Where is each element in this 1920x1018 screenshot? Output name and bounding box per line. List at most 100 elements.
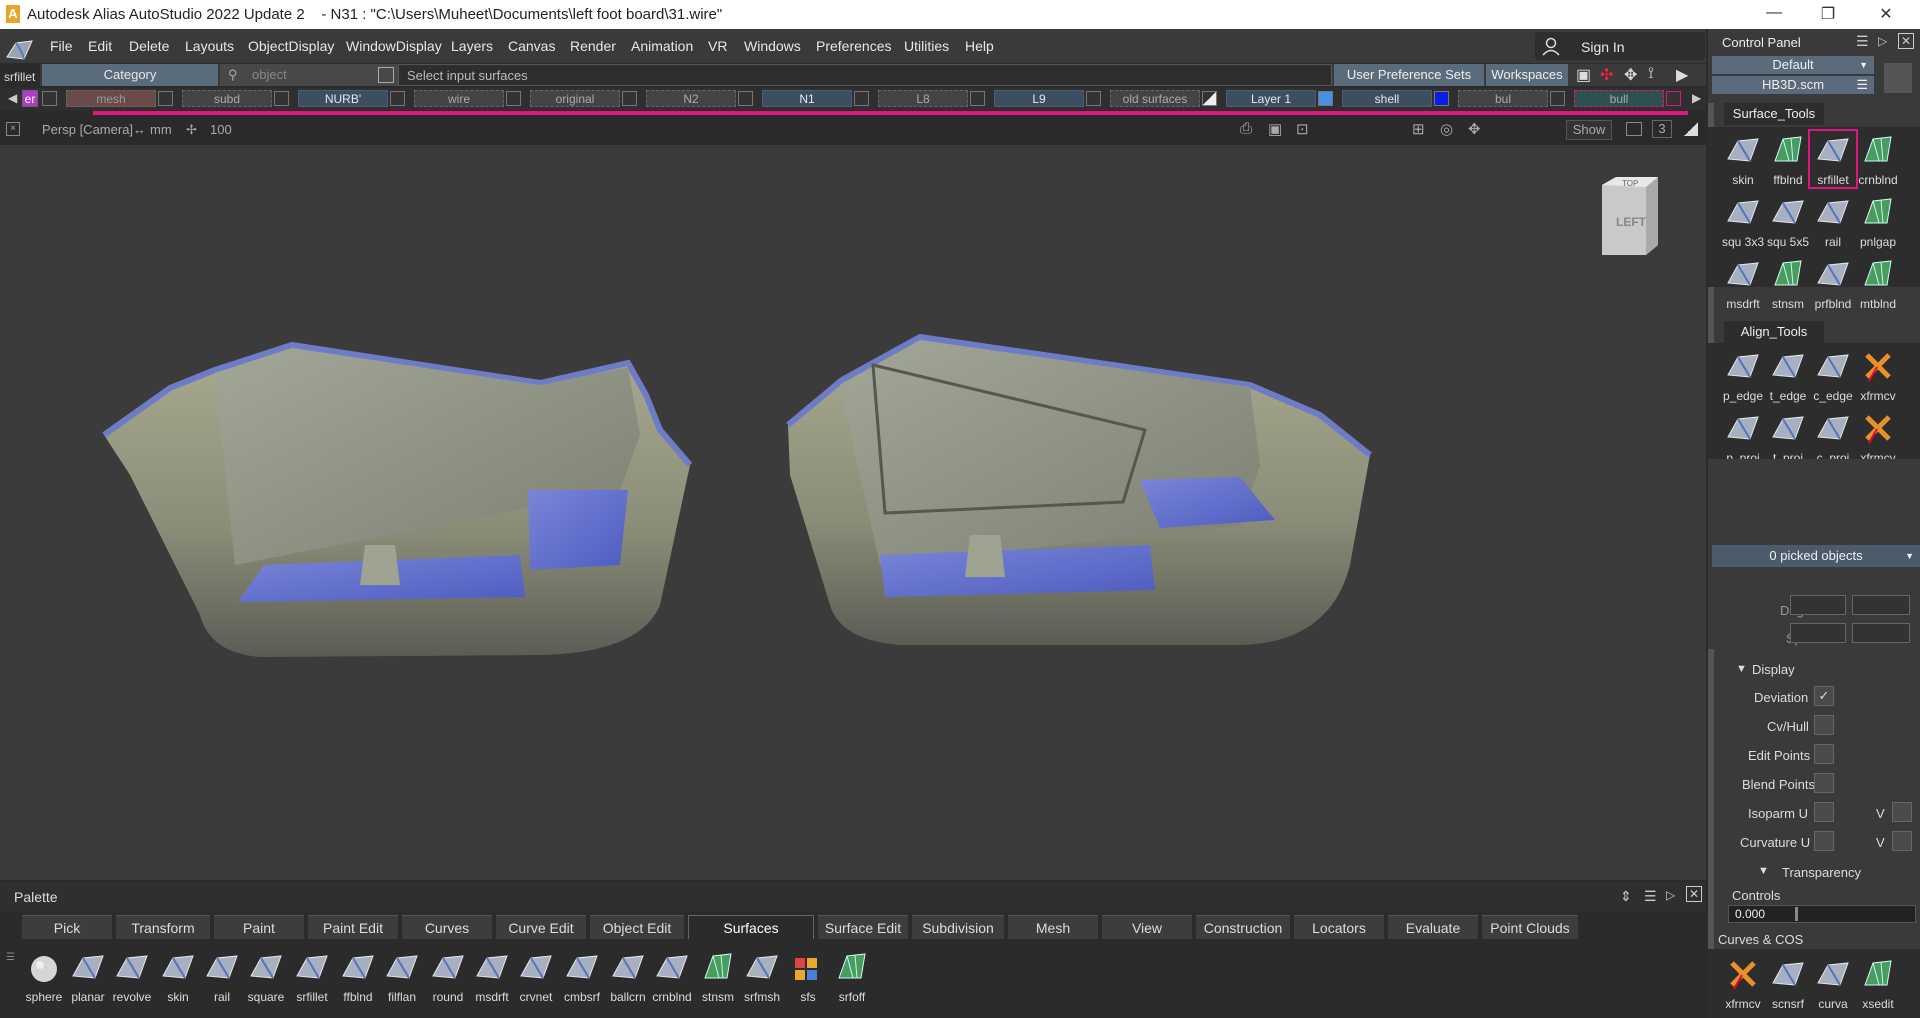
controls-slider[interactable]: 0.000: [1728, 905, 1916, 923]
layer-swatch[interactable]: [158, 91, 173, 106]
palette-options-icon[interactable]: ⇕: [1620, 888, 1632, 905]
palette-tool-crnblnd[interactable]: crnblnd: [650, 948, 694, 1004]
cp-tool-scnsrf[interactable]: scnsrf: [1765, 955, 1811, 1011]
tab-locators[interactable]: Locators: [1294, 915, 1384, 939]
look-at-icon[interactable]: ◎: [1440, 120, 1453, 138]
layer-l8[interactable]: L8: [878, 90, 968, 107]
cp-tool-xfrmcv[interactable]: xfrmcv: [1855, 409, 1901, 459]
cp-list-icon[interactable]: ☰: [1856, 33, 1869, 50]
surface-tools-tab[interactable]: Surface_Tools: [1724, 103, 1824, 125]
cp-tool-crnblnd[interactable]: crnblnd: [1855, 131, 1901, 187]
menu-render[interactable]: Render: [570, 38, 616, 54]
shelf-grip-icon[interactable]: ☰: [6, 952, 16, 1008]
layer-swatch[interactable]: [42, 91, 57, 106]
layer-bul[interactable]: bul: [1458, 90, 1548, 107]
menu-edit[interactable]: Edit: [88, 38, 112, 54]
tab-subdivision[interactable]: Subdivision: [912, 915, 1004, 939]
layer-l9[interactable]: L9: [994, 90, 1084, 107]
tab-object-edit[interactable]: Object Edit: [590, 915, 684, 939]
category-dropdown[interactable]: Category: [42, 64, 218, 86]
menu-delete[interactable]: Delete: [129, 38, 169, 54]
cp-tool-ffblnd[interactable]: ffblnd: [1765, 131, 1811, 187]
cp-tool-xsedit[interactable]: xsedit: [1855, 955, 1901, 1011]
palette-tool-ballcrn[interactable]: ballcrn: [606, 948, 650, 1004]
menu-help[interactable]: Help: [965, 38, 994, 54]
palette-play-icon[interactable]: ▷: [1666, 888, 1675, 902]
render-icon[interactable]: ⎙: [1240, 120, 1252, 137]
layer-nurb[interactable]: NURB': [298, 90, 388, 107]
viewport-canvas[interactable]: [0, 145, 1706, 880]
magnet-icon[interactable]: ⟟: [1648, 65, 1654, 83]
cp-tool-curva[interactable]: curva: [1810, 955, 1856, 1011]
transparency-collapse-icon[interactable]: ▼: [1758, 865, 1769, 877]
cp-tool-pnlgap[interactable]: pnlgap: [1855, 193, 1901, 249]
palette-tool-square[interactable]: square: [244, 948, 288, 1004]
edit-points-checkbox[interactable]: [1814, 744, 1834, 764]
sign-in-button[interactable]: Sign In: [1535, 32, 1705, 60]
tab-mesh[interactable]: Mesh: [1008, 915, 1098, 939]
isoparm-v-checkbox[interactable]: [1892, 802, 1912, 822]
palette-tool-round[interactable]: round: [426, 948, 470, 1004]
cp-tool-rail[interactable]: rail: [1810, 193, 1856, 249]
layer-swatch[interactable]: [738, 91, 753, 106]
tab-point-clouds[interactable]: Point Clouds: [1482, 915, 1578, 939]
isoparm-u-checkbox[interactable]: [1814, 802, 1834, 822]
srfillet-tool-icon[interactable]: [4, 33, 36, 65]
palette-tool-srfillet[interactable]: srfillet: [290, 948, 334, 1004]
viewport-close-icon[interactable]: ×: [6, 122, 20, 136]
spans-v-field[interactable]: [1852, 623, 1910, 643]
scroll-right-icon[interactable]: ▶: [1692, 91, 1701, 105]
fit-icon[interactable]: ⊞: [1412, 120, 1425, 138]
cp-tool-msdrft[interactable]: msdrft: [1720, 255, 1766, 311]
tab-pick[interactable]: Pick: [22, 915, 112, 939]
save-icon[interactable]: ▣: [1576, 65, 1591, 85]
menu-layers[interactable]: Layers: [451, 38, 493, 54]
cp-tool-mtblnd[interactable]: mtblnd: [1855, 255, 1901, 311]
degree-v-field[interactable]: [1852, 595, 1910, 615]
maximize-button[interactable]: ❐: [1808, 4, 1848, 24]
palette-tool-crvnet[interactable]: crvnet: [514, 948, 558, 1004]
layout-count[interactable]: 3: [1652, 120, 1672, 138]
palette-tool-srfoff[interactable]: srfoff: [830, 948, 874, 1004]
layer-old-surfaces[interactable]: old surfaces: [1110, 90, 1200, 107]
menu-objectdisplay[interactable]: ObjectDisplay: [248, 38, 334, 54]
trash-icon[interactable]: [1884, 63, 1912, 93]
degree-u-field[interactable]: [1790, 595, 1846, 615]
palette-tool-stnsm[interactable]: stnsm: [696, 948, 740, 1004]
menu-layouts[interactable]: Layouts: [185, 38, 234, 54]
palette-list-icon[interactable]: ☰: [1644, 888, 1657, 905]
tab-curves[interactable]: Curves: [402, 915, 492, 939]
tumble-icon[interactable]: ✥: [1468, 120, 1481, 138]
user-preference-sets-button[interactable]: User Preference Sets: [1334, 64, 1484, 86]
list-icon[interactable]: [378, 67, 394, 83]
layer-swatch[interactable]: [1666, 91, 1681, 106]
minimize-button[interactable]: —: [1754, 4, 1794, 22]
layer-original[interactable]: original: [530, 90, 620, 107]
layer-swatch[interactable]: [274, 91, 289, 106]
cp-tool-squ-5x5[interactable]: squ 5x5: [1765, 193, 1811, 249]
tab-paint-edit[interactable]: Paint Edit: [308, 915, 398, 939]
shelf-dropdown[interactable]: HB3D.scm ☰: [1712, 76, 1874, 94]
palette-tool-srfmsh[interactable]: srfmsh: [740, 948, 784, 1004]
tab-curve-edit[interactable]: Curve Edit: [496, 915, 586, 939]
tab-construction[interactable]: Construction: [1196, 915, 1290, 939]
blend-points-checkbox[interactable]: [1814, 773, 1834, 793]
align-tools-tab[interactable]: Align_Tools: [1724, 321, 1824, 343]
tab-surface-edit[interactable]: Surface Edit: [818, 915, 908, 939]
layer-n1[interactable]: N1: [762, 90, 852, 107]
layer-layer-1[interactable]: Layer 1: [1226, 90, 1316, 107]
layer-er[interactable]: er: [22, 90, 38, 107]
layer-swatch[interactable]: [1086, 91, 1101, 106]
cp-tool-c_proj[interactable]: c_proj: [1810, 409, 1856, 459]
layer-shell[interactable]: shell: [1342, 90, 1432, 107]
cp-tool-t_proj[interactable]: t_proj: [1765, 409, 1811, 459]
menu-animation[interactable]: Animation: [631, 38, 693, 54]
cp-tool-c_edge[interactable]: c_edge: [1810, 347, 1856, 403]
menu-utilities[interactable]: Utilities: [904, 38, 949, 54]
layer-swatch[interactable]: [506, 91, 521, 106]
viewcube[interactable]: TOP LEFT: [1596, 175, 1662, 261]
deviation-checkbox[interactable]: ✓: [1814, 686, 1834, 706]
curvature-u-checkbox[interactable]: [1814, 831, 1834, 851]
tab-evaluate[interactable]: Evaluate: [1388, 915, 1478, 939]
palette-close-icon[interactable]: ✕: [1686, 886, 1702, 902]
